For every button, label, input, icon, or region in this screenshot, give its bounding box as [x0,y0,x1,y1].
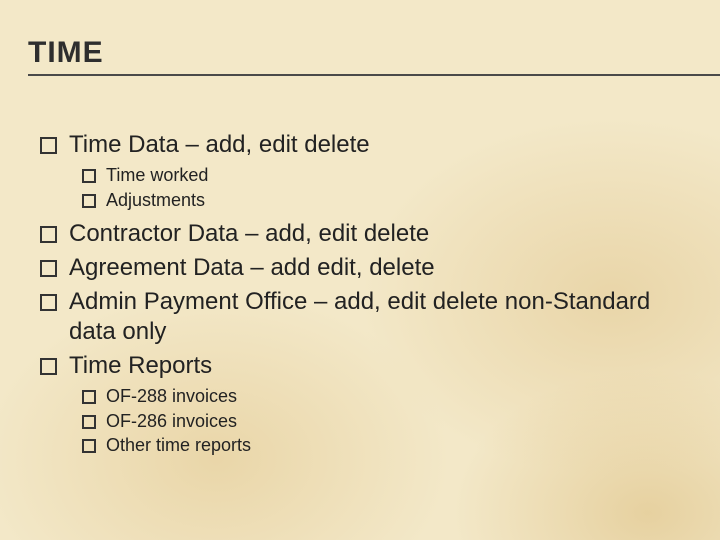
square-bullet-icon [40,226,57,243]
list-item-label: OF-288 invoices [106,385,690,408]
list-item: Agreement Data – add edit, delete [40,253,690,283]
list-item: Time Data – add, edit delete [40,130,690,160]
list-item: Time Reports [40,351,690,381]
title-block: TIME [28,36,720,76]
square-bullet-icon [40,358,57,375]
list-item: Contractor Data – add, edit delete [40,219,690,249]
square-bullet-icon [40,137,57,154]
list-item-label: Adjustments [106,189,690,212]
square-bullet-icon [40,260,57,277]
list-item-label: Time worked [106,164,690,187]
list-item-label: Time Reports [69,351,690,381]
square-bullet-icon [82,390,96,404]
slide-title: TIME [28,36,720,70]
list-item: OF-288 invoices [82,385,690,408]
list-item-label: Time Data – add, edit delete [69,130,690,160]
title-underline [28,74,720,76]
list-item: Adjustments [82,189,690,212]
slide-body: Time Data – add, edit delete Time worked… [40,130,690,459]
list-item-label: Contractor Data – add, edit delete [69,219,690,249]
square-bullet-icon [82,439,96,453]
list-item-label: Admin Payment Office – add, edit delete … [69,287,690,347]
list-item-label: Other time reports [106,434,690,457]
list-item-label: Agreement Data – add edit, delete [69,253,690,283]
list-item: Other time reports [82,434,690,457]
list-item-label: OF-286 invoices [106,410,690,433]
list-item: Admin Payment Office – add, edit delete … [40,287,690,347]
slide: TIME Time Data – add, edit delete Time w… [0,0,720,540]
square-bullet-icon [40,294,57,311]
list-item: Time worked [82,164,690,187]
square-bullet-icon [82,415,96,429]
square-bullet-icon [82,194,96,208]
list-item: OF-286 invoices [82,410,690,433]
square-bullet-icon [82,169,96,183]
